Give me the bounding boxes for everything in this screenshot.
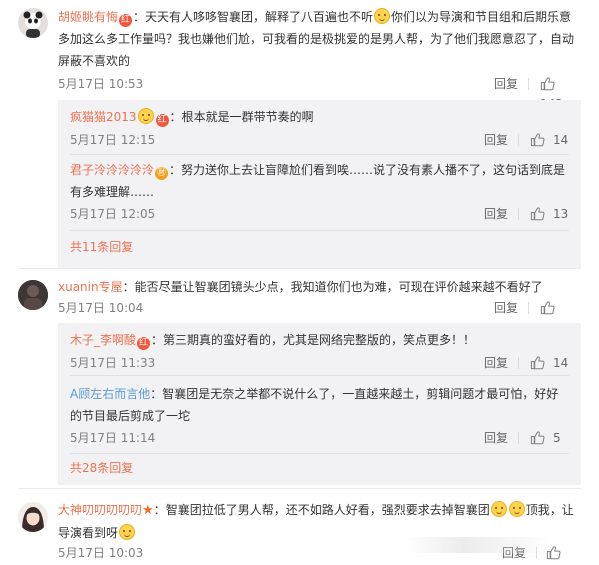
divider (18, 488, 581, 489)
reply-button[interactable]: 回复 (494, 74, 518, 94)
comment-meta: 5月17日 10:53 回复 142 (58, 74, 581, 111)
smile-emoji-icon (137, 108, 154, 124)
reply-date: 5月17日 11:14 (70, 431, 156, 445)
smile-emoji-icon (119, 524, 136, 540)
divider (70, 230, 569, 231)
thumbs-up-icon (530, 207, 545, 221)
thumbs-up-icon (540, 77, 555, 91)
divider (518, 208, 519, 220)
like-count: 5 (553, 431, 561, 445)
like-count: 14 (553, 356, 569, 370)
view-all-replies-link[interactable]: 共11条回复 (70, 238, 133, 255)
divider (70, 154, 569, 155)
thumbs-up-icon (540, 301, 555, 315)
like-count: 14 (553, 133, 569, 147)
vip-badge-icon: 红 (137, 337, 151, 350)
reply-date: 5月17日 11:33 (70, 356, 156, 370)
reply-button[interactable]: 回复 (484, 204, 508, 224)
comment-text: 胡姬眺有悔红：天天有人哆哆智襄团，解释了八百遍也不听 你们以为导演和节目组和后期乐… (58, 8, 575, 68)
divider (528, 78, 529, 90)
reply-meta: 5月17日 12:05 回复 13 (70, 204, 581, 224)
vip-badge-icon: ㊖ (155, 167, 169, 180)
reply-button[interactable]: 回复 (484, 130, 508, 150)
thumbs-up-icon (530, 356, 545, 370)
view-all-replies-link[interactable]: 共28条回复 (70, 459, 133, 476)
reply-text: 君子泠泠泠泠泠㊖：努力送你上去让盲障尬们看到唉……说了没有素人播不了，这句话到底… (70, 163, 566, 199)
smile-emoji-icon (508, 501, 525, 517)
smile-emoji-icon (374, 8, 391, 24)
avatar[interactable] (18, 280, 48, 310)
comment-date: 5月17日 10:04 (58, 301, 144, 315)
reply-list: 木子_李啊酸红：第三期真的蛮好看的，尤其是网络完整版的，笑点更多！！ 5月17日… (58, 323, 581, 485)
reply-text: 疯猫猫2013 红：根本就是一群带节奏的啊 (70, 108, 314, 127)
divider (18, 268, 581, 269)
reply-username[interactable]: A顾左右而言他 (70, 387, 150, 401)
reply-date: 5月17日 12:05 (70, 207, 156, 221)
comment-username[interactable]: xuanin专屋 (58, 280, 123, 294)
comment-date: 5月17日 10:03 (58, 546, 144, 560)
like-button[interactable]: 14 (530, 130, 568, 150)
comment-username[interactable]: 大神叨叨叨叨叨 (58, 503, 142, 517)
reply-username[interactable]: 君子泠泠泠泠泠 (70, 163, 154, 177)
thumbs-up-icon (530, 133, 545, 147)
comment-text: xuanin专屋：能否尽量让智襄团镜头少点，我知道你们也为难，可现在评价越来越不… (58, 280, 543, 294)
reply-username[interactable]: 木子_李啊酸 (70, 333, 136, 347)
reply-meta: 5月17日 11:33 回复 14 (70, 353, 581, 373)
reply-button[interactable]: 回复 (484, 353, 508, 373)
reply-text: 木子_李啊酸红：第三期真的蛮好看的，尤其是网络完整版的，笑点更多！！ (70, 333, 476, 350)
smile-emoji-icon (490, 501, 507, 517)
reply-list: 疯猫猫2013 红：根本就是一群带节奏的啊 5月17日 12:15 回复 14 君… (58, 100, 581, 268)
like-button[interactable]: 5 (530, 428, 561, 448)
like-count: 13 (553, 207, 569, 221)
vip-badge-icon: 红 (155, 114, 169, 127)
comment-text-part: 天天有人哆哆智襄团，解释了八百遍也不听 (145, 10, 374, 24)
comment-username[interactable]: 胡姬眺有悔 (58, 10, 118, 24)
reply-text: A顾左右而言他：智襄团是无奈之举都不说什么了，一直越来越土，剪辑问题才最可怕，好… (70, 387, 559, 423)
divider (518, 432, 519, 444)
like-button[interactable]: 14 (530, 353, 568, 373)
vip-badge-icon: 红 (119, 14, 133, 27)
comment-meta: 5月17日 10:04 回复 142 (58, 298, 581, 335)
reply-meta: 5月17日 11:14 回复 5 (70, 428, 581, 448)
divider (518, 357, 519, 369)
avatar[interactable] (18, 8, 48, 38)
reply-date: 5月17日 12:15 (70, 133, 156, 147)
watermark (405, 537, 555, 553)
reply-button[interactable]: 回复 (494, 298, 518, 318)
avatar[interactable] (18, 502, 48, 532)
divider (70, 375, 569, 376)
thumbs-up-icon (530, 431, 545, 445)
divider (528, 302, 529, 314)
like-button[interactable]: 13 (530, 204, 568, 224)
reply-meta: 5月17日 12:15 回复 14 (70, 130, 581, 150)
reply-username[interactable]: 疯猫猫2013 (70, 110, 137, 124)
comments-page: 胡姬眺有悔红：天天有人哆哆智襄团，解释了八百遍也不听 你们以为导演和节目组和后期乐… (0, 0, 599, 565)
comment-date: 5月17日 10:53 (58, 77, 144, 91)
reply-button[interactable]: 回复 (484, 428, 508, 448)
divider (70, 453, 569, 454)
star-icon: ★ (142, 503, 154, 518)
divider (518, 134, 519, 146)
